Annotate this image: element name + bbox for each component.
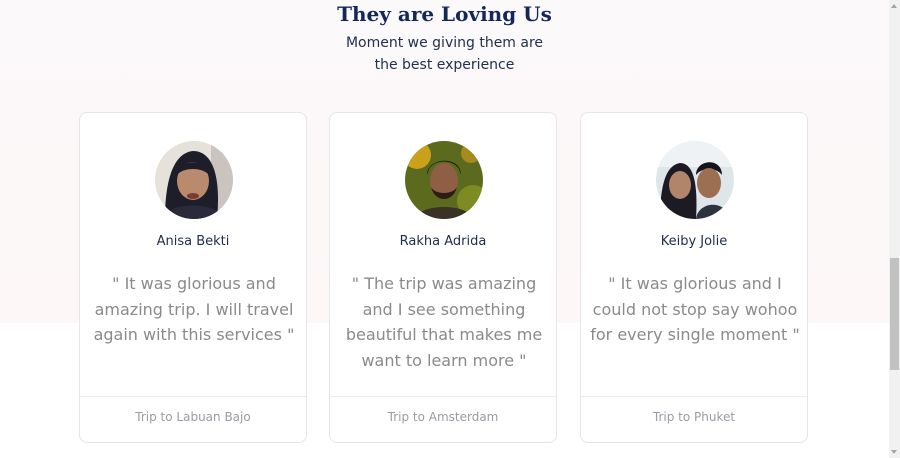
subtitle-line: the best experience	[374, 57, 515, 73]
testimonial-quote: " The trip was amazing and I see somethi…	[345, 274, 543, 370]
scroll-down-arrow-icon[interactable]	[891, 450, 897, 454]
scrollbar-thumb[interactable]	[890, 258, 899, 370]
testimonial-quote: " It was glorious and I could not stop s…	[590, 274, 800, 344]
avatar-anisa-bekti	[155, 141, 233, 219]
card-divider	[330, 396, 556, 397]
testimonial-name: Keiby Jolie	[660, 234, 728, 249]
card-divider	[581, 396, 807, 397]
testimonial-trip: Trip to Labuan Bajo	[135, 410, 251, 424]
testimonial-trip: Trip to Phuket	[652, 410, 736, 424]
avatar-rakha-adrida	[405, 141, 483, 219]
testimonial-quote: " It was glorious and amazing trip. I wi…	[93, 274, 295, 344]
vertical-scrollbar[interactable]	[889, 0, 900, 458]
subtitle-line: Moment we giving them are	[345, 35, 544, 51]
testimonial-name: Rakha Adrida	[399, 234, 487, 249]
section-title: They are Loving Us	[337, 2, 552, 26]
avatar-keiby-jolie	[656, 141, 734, 219]
testimonial-name: Anisa Bekti	[156, 234, 230, 249]
testimonial-card: Rakha Adrida " The trip was amazing and …	[329, 112, 557, 443]
scroll-up-arrow-icon[interactable]	[891, 4, 897, 8]
testimonial-card: Anisa Bekti " It was glorious and amazin…	[79, 112, 307, 443]
testimonial-card: Keiby Jolie " It was glorious and I coul…	[580, 112, 808, 443]
card-divider	[80, 396, 306, 397]
testimonial-trip: Trip to Amsterdam	[387, 410, 499, 424]
section-subtitle: Moment we giving them are the best exper…	[0, 32, 889, 76]
